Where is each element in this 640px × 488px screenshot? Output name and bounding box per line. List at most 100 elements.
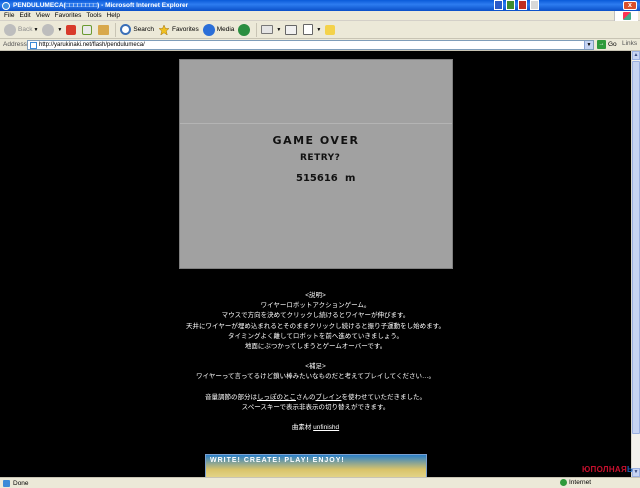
toolbar: Back ▼ ▼ Search Favorites Media ▼ ▼ — [0, 21, 640, 39]
task-icon[interactable] — [518, 0, 527, 10]
stop-icon — [66, 24, 77, 35]
status-text: Done — [13, 479, 29, 487]
space-key-line: スペースキーで表示非表示の切り替えができます。 — [241, 403, 390, 411]
toolbar-separator — [115, 22, 117, 37]
banner-text: WRITE! CREATE! PLAY! ENJOY! — [210, 457, 345, 464]
go-button[interactable]: → Go — [597, 40, 617, 49]
security-zone: Internet — [560, 479, 591, 486]
refresh-icon — [82, 24, 93, 35]
task-icon[interactable] — [494, 0, 503, 10]
forward-arrow-icon — [42, 23, 55, 36]
game-ceiling-line — [180, 123, 452, 124]
material-link[interactable]: unfinishd — [313, 424, 339, 431]
star-icon — [158, 23, 170, 36]
favorites-button[interactable]: Favorites — [158, 23, 199, 36]
menu-favorites[interactable]: Favorites — [55, 12, 82, 19]
mail-button[interactable]: ▼ — [261, 25, 281, 34]
menu-tools[interactable]: Tools — [86, 12, 101, 19]
address-bar: Address http://yarukinaki.net/flash/pend… — [0, 39, 640, 51]
close-button[interactable]: x — [623, 1, 637, 10]
window-title: PENDULUMECA(□□□□□□□□) - Microsoft Intern… — [13, 2, 189, 9]
credit-suffix: を使わせていただきました。 — [341, 393, 427, 401]
print-icon — [285, 24, 298, 35]
back-button[interactable]: Back ▼ — [4, 23, 39, 36]
watermark-logo: ЮПОЛНАЯЬ — [582, 465, 633, 474]
credit-brain-link[interactable]: ブレイン — [316, 394, 342, 401]
links-button[interactable]: Links — [622, 40, 637, 47]
home-icon — [98, 24, 110, 35]
home-button[interactable] — [98, 24, 111, 35]
menu-help[interactable]: Help — [107, 12, 120, 19]
distance-unit: m — [345, 173, 356, 184]
chevron-down-icon: ▼ — [33, 26, 39, 33]
print-button[interactable] — [285, 24, 299, 35]
refresh-button[interactable] — [82, 24, 94, 35]
address-label: Address — [3, 41, 27, 48]
page-icon — [30, 41, 37, 49]
banner-link[interactable]: WRITE! CREATE! PLAY! ENJOY! — [205, 454, 427, 477]
description-line: マウスで方向を決めてクリックし続けるとワイヤーが伸びます。 — [221, 312, 410, 320]
credit-mid: さんの — [296, 393, 316, 401]
menu-edit[interactable]: Edit — [19, 12, 30, 19]
favorites-label: Favorites — [171, 26, 199, 33]
status-bar: Done Internet — [0, 477, 640, 488]
game-over-text: GAME OVER — [272, 134, 360, 147]
note-line: ワイヤーって言ってるけど鎖い棒みたいなものだと考えてプレイしてください…。 — [196, 373, 435, 381]
address-input[interactable]: http://yarukinaki.net/flash/pendulumeca/… — [27, 40, 594, 50]
watermark-text-accent: Ь — [627, 465, 634, 474]
stop-button[interactable] — [66, 24, 78, 35]
messenger-icon — [325, 24, 336, 35]
ie-app-icon — [2, 1, 10, 10]
chevron-down-icon: ▼ — [57, 26, 63, 33]
messenger-button[interactable] — [325, 24, 337, 35]
address-dropdown-icon[interactable]: ▼ — [584, 41, 593, 49]
vertical-scrollbar[interactable]: ▲ ▼ — [631, 51, 640, 477]
distance-value: 515616 — [296, 173, 338, 184]
task-icon[interactable] — [530, 0, 539, 10]
media-button[interactable]: Media — [202, 23, 235, 36]
edit-button[interactable]: ▼ — [303, 24, 321, 35]
forward-button[interactable]: ▼ — [42, 23, 63, 36]
scroll-thumb[interactable] — [632, 61, 640, 434]
credit-author-link[interactable]: しっぽのとこ — [257, 394, 296, 401]
description-heading: <説明> — [305, 292, 326, 299]
go-label: Go — [608, 41, 617, 48]
search-icon — [120, 24, 132, 35]
task-icon[interactable] — [506, 0, 515, 10]
edit-icon — [303, 24, 314, 35]
media-icon — [202, 23, 215, 36]
back-label: Back — [18, 26, 33, 33]
media-label: Media — [216, 26, 235, 33]
go-arrow-icon: → — [597, 40, 606, 49]
retry-button[interactable]: RETRY? — [300, 153, 340, 163]
mail-icon — [261, 25, 274, 34]
credit-line: 音量調節の部分はしっぽのとこさんのブレインを使わせていただきました。 — [0, 393, 631, 403]
windows-logo-icon — [614, 11, 638, 21]
title-bar: PENDULUMECA(□□□□□□□□) - Microsoft Intern… — [0, 0, 640, 11]
description-line: ワイヤーロボットアクションゲーム。 — [260, 302, 371, 310]
back-arrow-icon — [4, 23, 16, 36]
chevron-down-icon: ▼ — [316, 26, 322, 33]
scroll-down-icon[interactable]: ▼ — [632, 468, 640, 477]
search-button[interactable]: Search — [120, 24, 154, 35]
note-heading: <補足> — [305, 363, 326, 371]
page-done-icon — [3, 479, 10, 487]
globe-icon — [560, 479, 567, 486]
zone-label: Internet — [569, 479, 592, 486]
toolbar-separator — [256, 22, 258, 37]
game-canvas[interactable]: GAME OVER RETRY? 515616 m — [179, 59, 453, 269]
page-content: GAME OVER RETRY? 515616 m <説明> ワイヤーロボットア… — [0, 51, 631, 477]
history-icon — [238, 23, 251, 36]
address-url[interactable]: http://yarukinaki.net/flash/pendulumeca/ — [39, 42, 145, 48]
menu-view[interactable]: View — [36, 12, 50, 19]
chevron-down-icon: ▼ — [276, 26, 282, 33]
watermark-text: ЮПОЛНАЯ — [582, 465, 628, 474]
credit-prefix: 音量調節の部分は — [205, 393, 257, 401]
taskbar-icons — [494, 0, 539, 10]
history-button[interactable] — [238, 23, 252, 36]
search-label: Search — [133, 26, 154, 33]
description-line: 地面にぶつかってしまうとゲームオーバーです。 — [244, 343, 387, 351]
menu-file[interactable]: File — [4, 12, 14, 19]
game-description: <説明> ワイヤーロボットアクションゲーム。 マウスで方向を決めてクリックし続け… — [0, 291, 631, 433]
scroll-up-icon[interactable]: ▲ — [632, 51, 640, 60]
